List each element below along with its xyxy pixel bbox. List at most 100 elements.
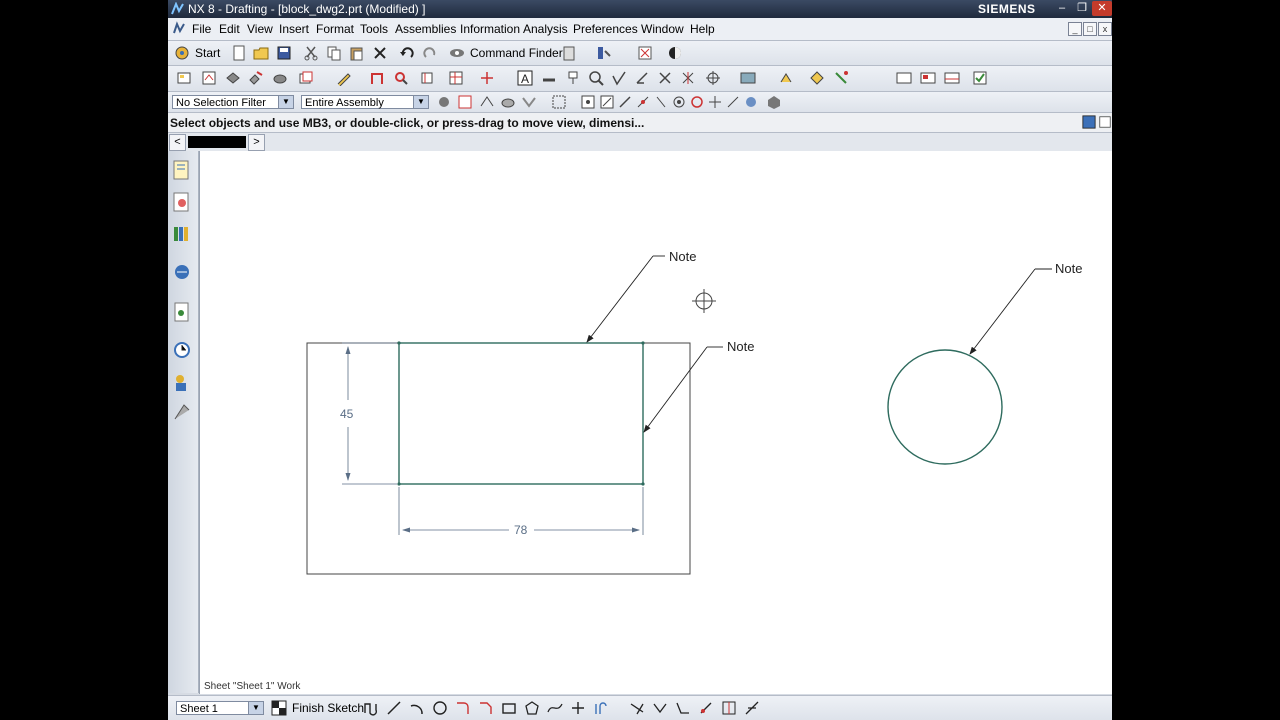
reuse-library-icon[interactable] <box>172 223 192 245</box>
edit-annotation-icon[interactable] <box>809 70 825 86</box>
break-view-icon[interactable] <box>419 70 435 86</box>
auto-constrain-icon[interactable] <box>721 700 737 716</box>
tab-prev-button[interactable]: < <box>169 134 186 151</box>
dimension-value-vertical[interactable]: 45 <box>340 407 354 421</box>
note-text-icon[interactable]: A <box>517 70 533 86</box>
menu-window[interactable]: Window <box>641 22 684 36</box>
section-view-icon[interactable] <box>272 70 288 86</box>
polygon-icon[interactable] <box>524 700 540 716</box>
surface-finish-icon[interactable] <box>611 70 627 86</box>
rectangle-icon[interactable] <box>501 700 517 716</box>
graphics-window[interactable]: 45 78 Note Note Note Sheet "Sheet 1" Wor… <box>199 151 1112 694</box>
horizontal-dimension[interactable]: 78 <box>398 487 644 537</box>
chevron-down-icon[interactable]: ▼ <box>278 96 293 108</box>
snap-midpoint-icon[interactable] <box>635 94 651 110</box>
chevron-down-icon[interactable]: ▼ <box>413 96 428 108</box>
finish-sketch-icon[interactable] <box>271 700 287 716</box>
open-folder-icon[interactable] <box>253 45 269 61</box>
offset-curve-icon[interactable] <box>593 700 609 716</box>
snap-quadrant-icon[interactable] <box>707 94 723 110</box>
undo-icon[interactable] <box>399 45 415 61</box>
note-label-circle[interactable]: Note <box>1055 261 1082 276</box>
point-icon[interactable] <box>570 700 586 716</box>
menu-information[interactable]: Information <box>460 22 520 36</box>
weld-symbol-icon[interactable] <box>634 70 650 86</box>
menu-tools[interactable]: Tools <box>360 22 388 36</box>
menu-file[interactable]: File <box>192 22 211 36</box>
menu-insert[interactable]: Insert <box>279 22 309 36</box>
datum-icon[interactable] <box>565 70 581 86</box>
block-rectangle[interactable] <box>398 342 644 485</box>
chamfer-icon[interactable] <box>478 700 494 716</box>
snap-endpoint-icon[interactable] <box>599 94 615 110</box>
drawing-sheet[interactable]: 45 78 Note Note Note <box>200 151 1112 694</box>
inferred-dimension-icon[interactable] <box>744 700 760 716</box>
sheet-properties-icon[interactable] <box>944 70 960 86</box>
part-navigator-icon[interactable] <box>172 159 192 181</box>
paste-icon[interactable] <box>349 45 365 61</box>
dimension-value-horizontal[interactable]: 78 <box>514 523 528 537</box>
copy-icon[interactable] <box>326 45 342 61</box>
general-selection-icon[interactable] <box>436 94 452 110</box>
search-icon[interactable] <box>393 70 409 86</box>
selection-filter-dropdown[interactable]: No Selection Filter ▼ <box>172 95 294 109</box>
projected-view-icon[interactable] <box>248 70 264 86</box>
note-annotation-top[interactable]: Note <box>586 249 696 343</box>
intersection-symbol-icon[interactable] <box>680 70 696 86</box>
edit-icon[interactable] <box>336 70 352 86</box>
new-file-icon[interactable] <box>231 45 247 61</box>
drawing-view-icon[interactable] <box>896 70 912 86</box>
menu-preferences[interactable]: Preferences <box>573 22 638 36</box>
snap-point-icon[interactable] <box>580 94 596 110</box>
make-corner-icon[interactable] <box>675 700 691 716</box>
command-finder-icon[interactable] <box>449 45 465 61</box>
start-icon[interactable] <box>174 45 190 61</box>
cut-icon[interactable] <box>303 45 319 61</box>
crosshair-tool-icon[interactable] <box>479 70 495 86</box>
view-boundary[interactable] <box>306 342 691 575</box>
minimize-button[interactable]: – <box>1052 1 1072 16</box>
profile-icon[interactable] <box>363 700 379 716</box>
save-icon[interactable] <box>276 45 292 61</box>
clock-history-icon[interactable] <box>172 339 192 361</box>
snap-settings-icon[interactable] <box>766 94 782 110</box>
info-tool-icon[interactable] <box>596 45 612 61</box>
sheet-dropdown[interactable]: Sheet 1 ▼ <box>176 701 264 715</box>
fit-view-icon[interactable] <box>637 45 653 61</box>
select-region-icon[interactable] <box>551 94 567 110</box>
history-palette-icon[interactable] <box>172 301 192 323</box>
note-annotation-circle[interactable]: Note <box>969 261 1082 355</box>
target-point-icon[interactable] <box>657 70 673 86</box>
vertical-dimension[interactable]: 45 <box>340 342 397 485</box>
new-sheet-icon[interactable] <box>176 70 192 86</box>
chevron-down-icon[interactable]: ▼ <box>248 702 263 714</box>
menu-format[interactable]: Format <box>316 22 354 36</box>
spline-icon[interactable] <box>547 700 563 716</box>
mdi-minimize-button[interactable]: _ <box>1068 22 1082 36</box>
quick-trim-icon[interactable] <box>629 700 645 716</box>
feature-control-icon[interactable] <box>541 70 557 86</box>
tab-next-button[interactable]: > <box>248 134 265 151</box>
edit-style-icon[interactable] <box>778 70 794 86</box>
vertex-point[interactable] <box>397 341 401 345</box>
finish-sketch-button[interactable]: Finish Sketch <box>292 701 364 715</box>
assembly-navigator-icon[interactable] <box>172 191 192 213</box>
clipboard-icon[interactable] <box>561 45 577 61</box>
vertex-point[interactable] <box>397 482 401 486</box>
edit-text-icon[interactable] <box>833 70 849 86</box>
base-view-icon[interactable] <box>225 70 241 86</box>
zoom-icon[interactable] <box>588 70 604 86</box>
menu-edit[interactable]: Edit <box>219 22 240 36</box>
snap-arc-center-icon[interactable] <box>689 94 705 110</box>
maximize-button[interactable]: ❐ <box>1072 1 1092 16</box>
circle-icon[interactable] <box>432 700 448 716</box>
hole-circle[interactable] <box>887 349 1003 465</box>
menu-analysis[interactable]: Analysis <box>523 22 568 36</box>
mdi-close-button[interactable]: x <box>1098 22 1112 36</box>
roles-icon[interactable] <box>172 371 192 393</box>
dimension-tool-icon[interactable] <box>369 70 385 86</box>
menu-help[interactable]: Help <box>690 22 715 36</box>
centerline-icon[interactable] <box>705 70 721 86</box>
quick-extend-icon[interactable] <box>652 700 668 716</box>
selection-scope-dropdown[interactable]: Entire Assembly ▼ <box>301 95 429 109</box>
